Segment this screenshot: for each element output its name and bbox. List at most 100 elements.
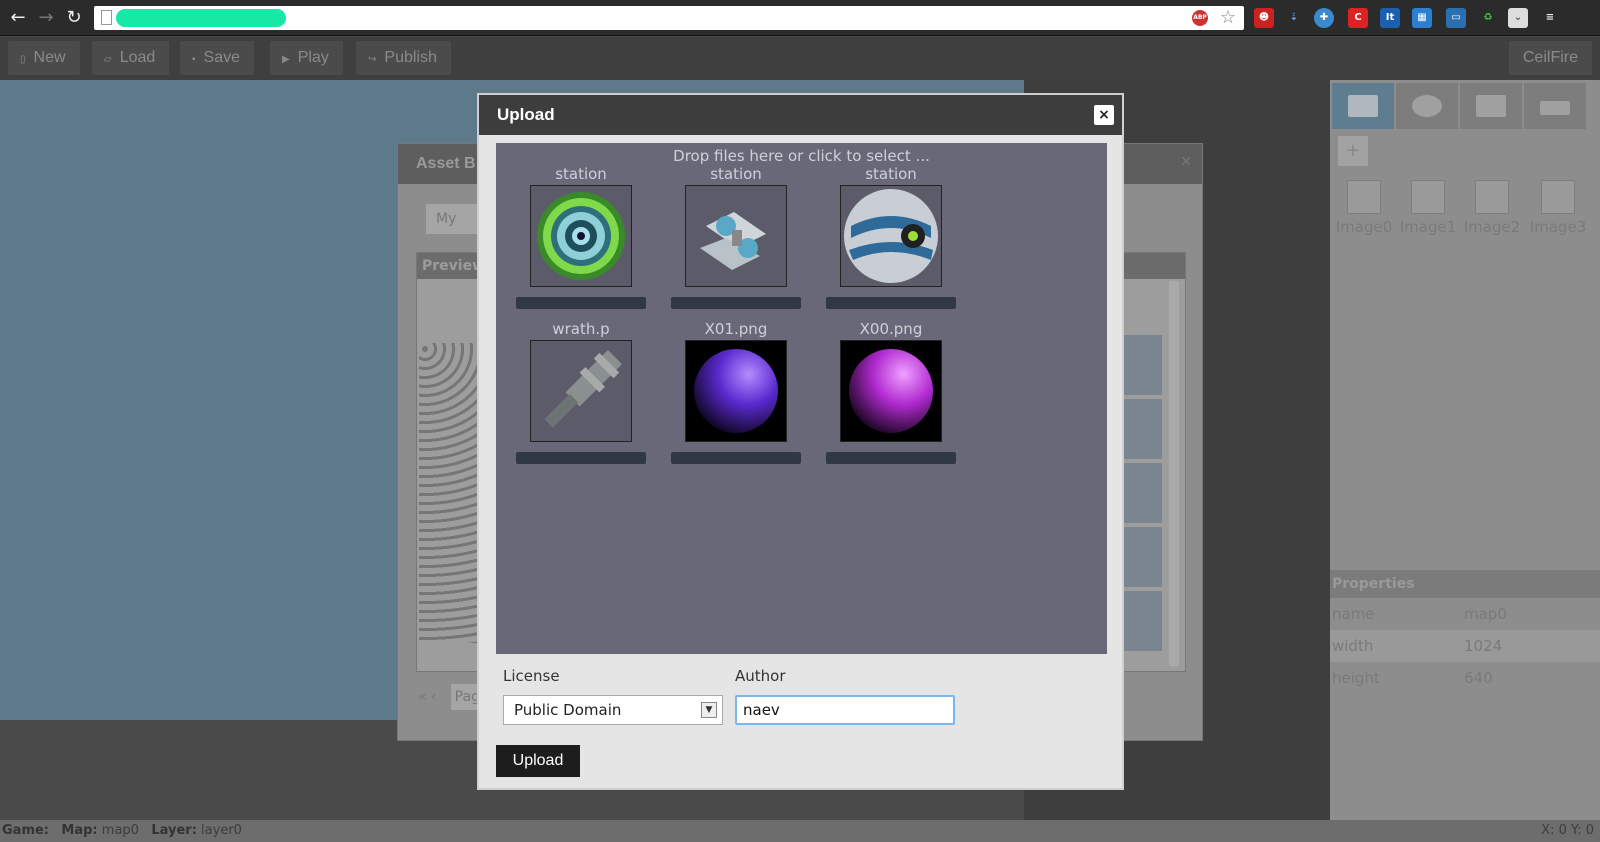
file-preview: X01.png — [661, 320, 811, 464]
property-row[interactable]: name map0 — [1330, 598, 1600, 630]
file-thumbnail — [840, 340, 942, 442]
chevron-down-icon[interactable]: ▼ — [701, 702, 717, 718]
property-value[interactable]: 640 — [1464, 662, 1493, 694]
license-select-value: Public Domain — [514, 701, 622, 719]
address-bar[interactable]: ABP ☆ — [94, 6, 1244, 30]
right-panel: + Image0 Image1 Image2 Image3 Properties… — [1330, 80, 1600, 820]
pager-nav[interactable]: « ‹ — [416, 684, 437, 710]
property-key: name — [1332, 605, 1375, 623]
extension-recycle-icon[interactable]: ♻ — [1478, 8, 1498, 28]
image-item[interactable]: Image2 — [1460, 180, 1524, 236]
extension-c-icon[interactable]: C — [1348, 8, 1368, 28]
load-button[interactable]: ▱ Load — [92, 41, 170, 75]
property-key: width — [1332, 637, 1374, 655]
image-thumbnail — [1347, 180, 1381, 214]
extension-pocket-icon[interactable]: ⌄ — [1508, 8, 1528, 28]
sprite-sheet-preview — [419, 343, 477, 643]
license-select[interactable]: Public Domain ▼ — [503, 695, 723, 725]
property-row[interactable]: width 1024 — [1330, 630, 1600, 662]
upload-button[interactable]: Upload — [496, 745, 580, 777]
extension-screen-icon[interactable]: ▭ — [1446, 8, 1466, 28]
image-label: Image0 — [1335, 218, 1393, 236]
status-map-value: map0 — [101, 823, 139, 838]
dropzone-hint: Drop files here or click to select ... — [673, 147, 930, 165]
upload-progress-bar — [826, 297, 956, 309]
status-game-label: Game: — [2, 823, 50, 838]
play-button[interactable]: ▶ Play — [270, 41, 343, 75]
share-icon: ↪ — [368, 54, 377, 65]
file-dropzone[interactable]: Drop files here or click to select ... s… — [496, 143, 1107, 654]
file-name: X01.png — [704, 320, 768, 338]
planet-magenta-image — [849, 349, 933, 433]
tile-icon — [1540, 101, 1570, 115]
file-name: station — [865, 165, 917, 183]
file-name: station — [555, 165, 607, 183]
reload-icon[interactable]: ↻ — [64, 8, 84, 28]
publish-button[interactable]: ↪ Publish — [356, 41, 451, 75]
bowl-icon — [1412, 95, 1442, 117]
property-value[interactable]: map0 — [1464, 598, 1507, 630]
status-map-label: Map: — [61, 823, 98, 838]
station-twin-image — [700, 212, 766, 270]
image-label: Image2 — [1463, 218, 1521, 236]
clapper-icon — [1348, 95, 1378, 117]
image-item[interactable]: Image0 — [1332, 180, 1396, 236]
extension-grid-icon[interactable]: ▦ — [1412, 8, 1432, 28]
bookmark-star-icon[interactable]: ☆ — [1220, 6, 1236, 30]
new-label: New — [33, 49, 66, 66]
extension-download-icon[interactable]: ⇣ — [1284, 8, 1304, 28]
extension-face-icon[interactable]: ☻ — [1254, 8, 1274, 28]
asset-browser-scrollbar[interactable] — [1169, 281, 1179, 666]
asset-browser-close-icon[interactable]: ✕ — [1180, 154, 1192, 170]
extension-globe-icon[interactable]: ✚ — [1314, 8, 1334, 28]
upload-progress-bar — [671, 297, 801, 309]
file-name: wrath.p — [552, 320, 610, 338]
author-input[interactable]: naev — [735, 695, 955, 725]
file-thumbnail — [685, 340, 787, 442]
tab-scenes[interactable] — [1332, 83, 1394, 129]
file-preview: X00.png — [816, 320, 966, 464]
play-icon: ▶ — [282, 54, 290, 65]
browser-chrome: ← → ↻ ABP ☆ ☻ ⇣ ✚ C It ▦ ▭ ♻ ⌄ ≡ — [0, 0, 1600, 36]
adblock-icon[interactable]: ABP — [1192, 10, 1208, 26]
menu-icon[interactable]: ≡ — [1540, 8, 1560, 28]
file-name: X00.png — [859, 320, 923, 338]
tab-tiles[interactable] — [1524, 83, 1586, 129]
property-row[interactable]: height 640 — [1330, 662, 1600, 694]
station-ring-image — [537, 192, 625, 280]
image-item[interactable]: Image3 — [1526, 180, 1590, 236]
status-bar: Game: Map: map0 Layer: layer0 X: 0 Y: 0 — [0, 820, 1600, 842]
property-key: height — [1332, 669, 1380, 687]
file-preview: station — [506, 165, 656, 309]
tab-layers[interactable] — [1460, 83, 1522, 129]
wrath-ship-image — [544, 349, 623, 428]
file-preview: station — [661, 165, 811, 309]
new-button[interactable]: ▯ New — [8, 41, 80, 75]
user-menu-button[interactable]: CeilFire — [1508, 41, 1592, 75]
upload-dialog: Upload × Drop files here or click to sel… — [477, 93, 1124, 790]
status-layer-value: layer0 — [201, 823, 242, 838]
property-value[interactable]: 1024 — [1464, 630, 1502, 662]
back-icon[interactable]: ← — [8, 8, 28, 28]
status-layer-label: Layer: — [151, 823, 197, 838]
image-label: Image1 — [1399, 218, 1457, 236]
extension-it-icon[interactable]: It — [1380, 8, 1400, 28]
station-sphere-image — [844, 189, 938, 283]
add-image-button[interactable]: + — [1338, 136, 1368, 166]
upload-progress-bar — [516, 297, 646, 309]
save-button[interactable]: ▪ Save — [180, 41, 255, 75]
file-thumbnail — [530, 340, 632, 442]
status-coords: X: 0 Y: 0 — [1541, 823, 1594, 838]
file-name: station — [710, 165, 762, 183]
tab-objects[interactable] — [1396, 83, 1458, 129]
folder-icon: ▱ — [104, 54, 112, 65]
load-label: Load — [119, 49, 156, 66]
forward-icon[interactable]: → — [36, 8, 56, 28]
planet-purple-image — [694, 349, 778, 433]
redacted-url — [116, 9, 286, 27]
image-thumbnail — [1475, 180, 1509, 214]
page-icon — [101, 10, 112, 25]
editor-toolbar: ▯ New ▱ Load ▪ Save ▶ Play ↪ Publish CeilFire — [0, 37, 1600, 80]
image-item[interactable]: Image1 — [1396, 180, 1460, 236]
close-icon[interactable]: × — [1094, 105, 1114, 125]
